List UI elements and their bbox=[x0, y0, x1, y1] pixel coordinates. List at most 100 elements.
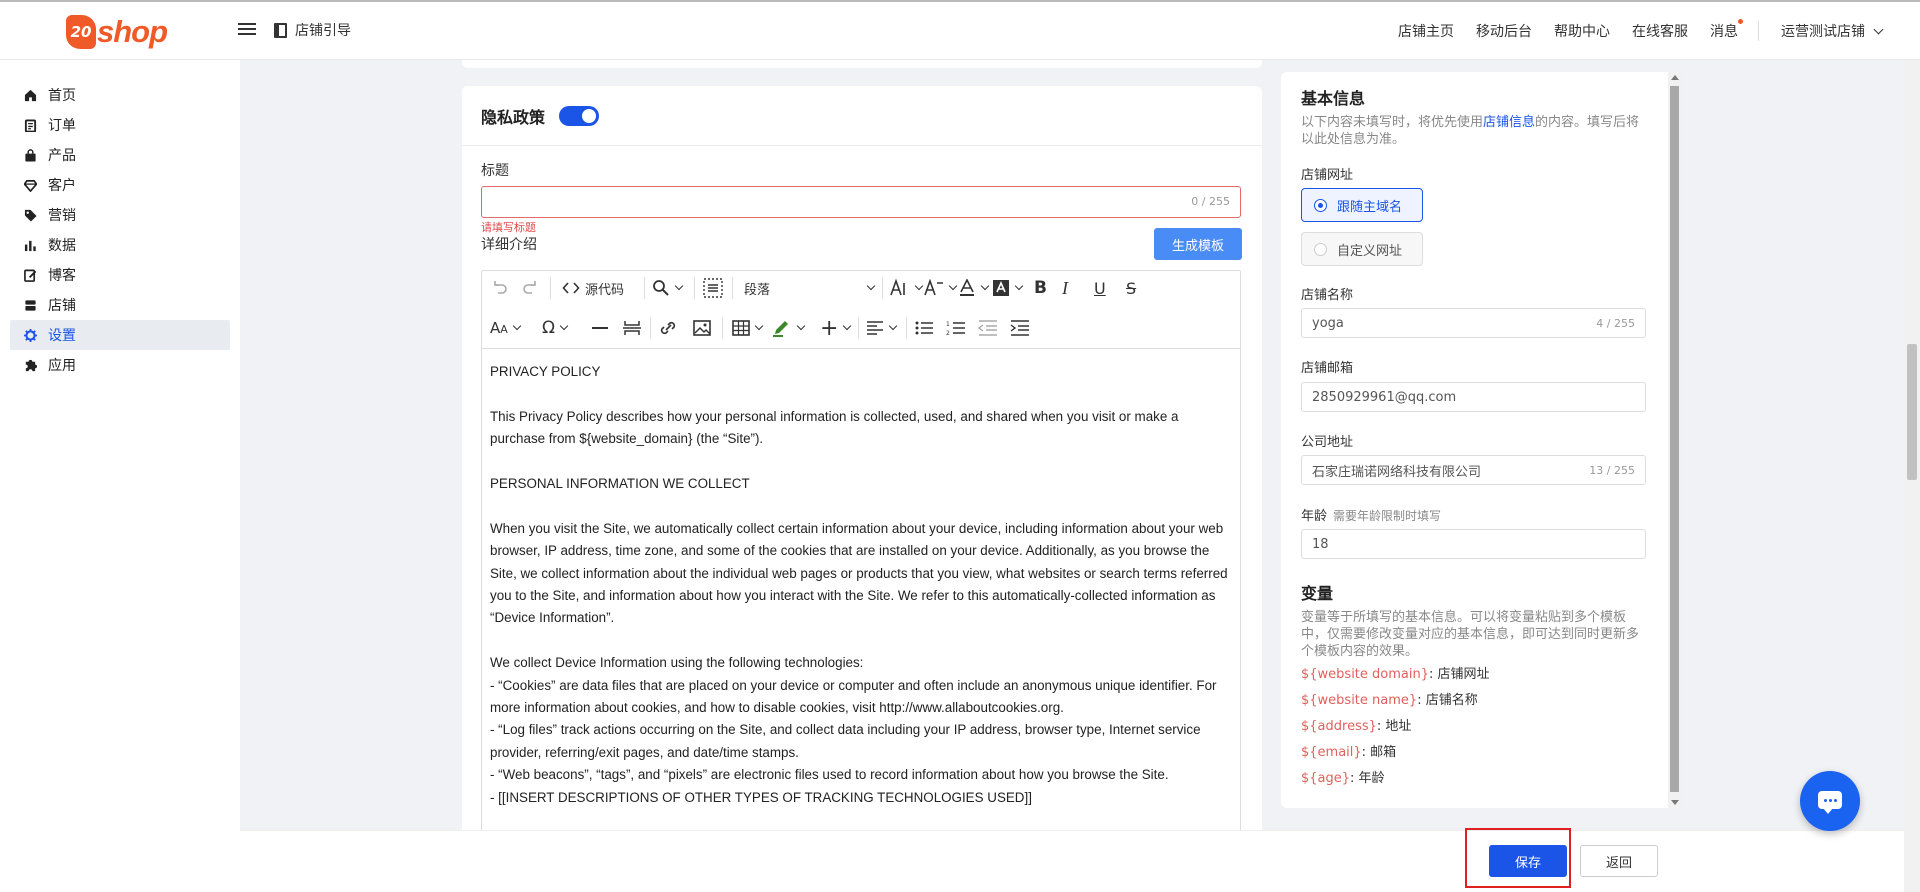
source-code-button[interactable]: 源代码 bbox=[562, 277, 624, 299]
store-guide-link[interactable]: 店铺引导 bbox=[274, 20, 351, 40]
sidebar-item-label: 首页 bbox=[48, 88, 76, 104]
sidebar-item-apps[interactable]: 应用 bbox=[10, 350, 230, 380]
font-size-icon bbox=[890, 279, 905, 296]
age-input[interactable]: 18 bbox=[1301, 529, 1646, 559]
sidebar: 首页 订单 产品 客户 营销 数据 博客 店铺 设置 应用 bbox=[0, 60, 240, 892]
nav-online-service[interactable]: 在线客服 bbox=[1632, 21, 1688, 41]
store-name-label: 店铺名称 bbox=[1301, 288, 1354, 303]
scroll-thumb[interactable] bbox=[1670, 86, 1679, 792]
variable-item: ${website name}: 店铺名称 bbox=[1301, 693, 1478, 708]
sidebar-item-customers[interactable]: 客户 bbox=[10, 170, 230, 200]
italic-icon[interactable]: I bbox=[1062, 277, 1068, 299]
table-dropdown[interactable] bbox=[732, 317, 762, 339]
highlight-dropdown[interactable] bbox=[992, 277, 1022, 299]
back-button[interactable]: 返回 bbox=[1580, 845, 1658, 877]
basic-info-title: 基本信息 bbox=[1301, 89, 1366, 108]
edit-icon bbox=[24, 269, 37, 282]
outdent-icon[interactable] bbox=[978, 317, 998, 339]
chevron-down-icon bbox=[866, 281, 876, 291]
privacy-enable-toggle[interactable] bbox=[559, 105, 600, 126]
highlighter-dropdown[interactable] bbox=[772, 317, 804, 339]
url-custom-option[interactable]: 自定义网址 bbox=[1301, 232, 1423, 266]
sidebar-item-label: 店铺 bbox=[48, 298, 76, 314]
menu-toggle-icon[interactable] bbox=[238, 20, 256, 38]
diamond-icon bbox=[24, 179, 37, 192]
store-info-link[interactable]: 店铺信息 bbox=[1483, 115, 1535, 130]
store-email-input[interactable]: 2850929961@qq.com bbox=[1301, 382, 1646, 412]
chat-support-button[interactable] bbox=[1800, 771, 1860, 831]
align-left-icon bbox=[867, 321, 883, 335]
insert-dropdown[interactable]: + bbox=[820, 315, 850, 341]
age-label: 年龄 需要年龄限制时填写 bbox=[1301, 509, 1442, 524]
sidebar-item-home[interactable]: 首页 bbox=[10, 80, 230, 110]
select-all-icon[interactable] bbox=[702, 277, 724, 299]
radio-indicator bbox=[1314, 242, 1327, 256]
sidebar-item-products[interactable]: 产品 bbox=[10, 140, 230, 170]
svg-text:2: 2 bbox=[946, 330, 950, 337]
image-icon[interactable] bbox=[692, 317, 712, 339]
url-follow-domain-option[interactable]: 跟随主域名 bbox=[1301, 188, 1423, 222]
logo[interactable]: 20 shop bbox=[66, 12, 168, 52]
variables-note: 变量等于所填写的基本信息。可以将变量粘贴到多个模板中，仅需要修改变量对应的基本信… bbox=[1301, 610, 1640, 659]
generate-template-button[interactable]: 生成模板 bbox=[1154, 228, 1242, 260]
sidebar-item-blog[interactable]: 博客 bbox=[10, 260, 230, 290]
align-dropdown[interactable] bbox=[866, 317, 896, 339]
company-address-input[interactable]: 石家庄瑞诺网络科技有限公司 13 / 255 bbox=[1301, 455, 1646, 485]
bold-icon[interactable]: B bbox=[1034, 277, 1047, 299]
variable-item: ${age}: 年龄 bbox=[1301, 771, 1385, 786]
sidebar-item-settings[interactable]: 设置 bbox=[10, 320, 230, 350]
editor-toolbar: 源代码 段落 B I U S AA Ω + 1 2 bbox=[482, 271, 1240, 349]
basic-info-panel: 基本信息 以下内容未填写时，将优先使用店铺信息的内容。填写后将以此处信息为准。 … bbox=[1281, 72, 1681, 808]
paragraph: This Privacy Policy describes how your p… bbox=[490, 408, 1179, 447]
nav-store-home[interactable]: 店铺主页 bbox=[1398, 21, 1454, 41]
scroll-up-arrow-icon[interactable] bbox=[1671, 75, 1679, 80]
sidebar-item-orders[interactable]: 订单 bbox=[10, 110, 230, 140]
underline-icon[interactable]: U bbox=[1094, 277, 1106, 299]
horizontal-rule-icon[interactable] bbox=[592, 317, 608, 339]
page-scroll-thumb[interactable] bbox=[1907, 344, 1917, 480]
toolbar-divider bbox=[858, 317, 859, 339]
nav-messages[interactable]: 消息 bbox=[1710, 19, 1743, 41]
page-break-icon[interactable] bbox=[622, 317, 642, 339]
nav-mobile-admin[interactable]: 移动后台 bbox=[1476, 21, 1532, 41]
sidebar-item-marketing[interactable]: 营销 bbox=[10, 200, 230, 230]
variable-item: ${email}: 邮箱 bbox=[1301, 745, 1397, 760]
background-color-icon bbox=[993, 280, 1009, 296]
bullet-list-icon[interactable] bbox=[914, 317, 934, 339]
paragraph: - [[INSERT DESCRIPTIONS OF OTHER TYPES O… bbox=[490, 789, 1032, 805]
font-color-dropdown[interactable] bbox=[958, 277, 988, 299]
toolbar-divider bbox=[732, 277, 733, 299]
previous-card-bottom bbox=[462, 60, 1262, 68]
store-name-input[interactable]: yoga 4 / 255 bbox=[1301, 308, 1646, 338]
font-size-dropdown[interactable] bbox=[890, 277, 922, 299]
sidebar-item-store[interactable]: 店铺 bbox=[10, 290, 230, 320]
nav-help-center[interactable]: 帮助中心 bbox=[1554, 21, 1610, 41]
numbered-list-icon[interactable]: 12 bbox=[946, 317, 966, 339]
chevron-down-icon bbox=[1873, 24, 1884, 34]
source-code-label: 源代码 bbox=[585, 282, 625, 298]
toolbar-divider bbox=[650, 317, 651, 339]
link-icon[interactable] bbox=[658, 317, 678, 339]
store-url-label: 店铺网址 bbox=[1301, 168, 1354, 183]
strikethrough-icon[interactable]: S bbox=[1126, 277, 1136, 299]
panel-scrollbar[interactable] bbox=[1668, 72, 1681, 808]
store-switcher[interactable]: 运营测试店铺 bbox=[1781, 21, 1884, 41]
redo-icon[interactable] bbox=[522, 277, 540, 299]
line-height-dropdown[interactable] bbox=[924, 277, 956, 299]
save-button[interactable]: 保存 bbox=[1489, 845, 1567, 877]
char-count: 4 / 255 bbox=[1596, 316, 1635, 330]
indent-icon[interactable] bbox=[1010, 317, 1030, 339]
undo-icon[interactable] bbox=[490, 277, 508, 299]
sidebar-item-data[interactable]: 数据 bbox=[10, 230, 230, 260]
special-char-dropdown[interactable]: Ω bbox=[542, 317, 567, 339]
svg-text:1: 1 bbox=[946, 321, 950, 328]
font-family-dropdown[interactable]: AA bbox=[490, 317, 520, 339]
scroll-down-arrow-icon[interactable] bbox=[1671, 800, 1679, 805]
paragraph-format-select[interactable]: 段落 bbox=[744, 277, 876, 299]
editor-content[interactable]: PRIVACY POLICY This Privacy Policy descr… bbox=[482, 349, 1240, 821]
page-scrollbar[interactable] bbox=[1904, 60, 1920, 892]
find-replace-dropdown[interactable] bbox=[652, 277, 682, 299]
title-input[interactable]: 0 / 255 bbox=[481, 186, 1241, 218]
paragraph: When you visit the Site, we automaticall… bbox=[490, 520, 1228, 626]
plus-icon: + bbox=[820, 315, 839, 341]
